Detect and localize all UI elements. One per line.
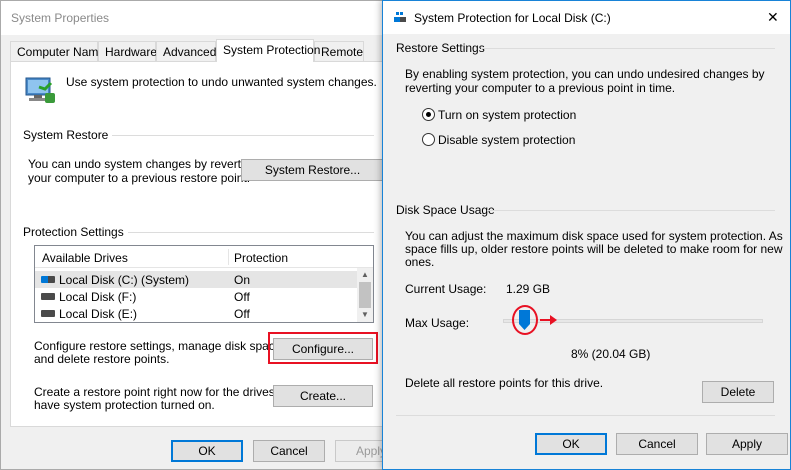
list-item[interactable]: Local Disk (F:) Off [35, 288, 357, 305]
current-usage-value: 1.29 GB [506, 282, 551, 296]
system-properties-window: System Properties Computer Name Hardware… [0, 0, 407, 470]
cancel-button[interactable]: Cancel [616, 433, 698, 455]
system-drive-icon [41, 276, 55, 283]
group-divider [101, 135, 374, 136]
title-bar: System Properties [1, 1, 391, 35]
system-protection-icon [393, 11, 409, 25]
drive-protection: Off [234, 290, 250, 304]
current-usage-label: Current Usage: [405, 282, 487, 296]
disk-space-label: Disk Space Usage [396, 203, 499, 217]
description-line: your computer to a previous restore poin… [28, 171, 251, 185]
tab-computer-name[interactable]: Computer Name [10, 41, 105, 61]
scroll-down-icon[interactable]: ▼ [361, 310, 369, 319]
turn-on-label[interactable]: Turn on system protection [438, 108, 576, 122]
dialog-title: System Protection for Local Disk (C:) [414, 11, 611, 25]
drive-icon [41, 293, 55, 300]
ok-button[interactable]: OK [535, 433, 607, 455]
ok-button[interactable]: OK [171, 440, 243, 462]
protection-settings-label: Protection Settings [23, 225, 128, 239]
create-button[interactable]: Create... [273, 385, 373, 407]
drive-protection: On [234, 273, 251, 287]
arrow-right-icon [550, 315, 557, 325]
scrollbar-thumb[interactable] [359, 282, 371, 308]
drive-name: Local Disk (F:) [59, 290, 137, 304]
description-line: By enabling system protection, you can u… [405, 67, 765, 81]
configure-button[interactable]: Configure... [273, 338, 373, 360]
max-usage-value: 8% (20.04 GB) [571, 347, 651, 361]
column-divider [228, 249, 229, 265]
description-line: ones. [405, 255, 435, 269]
turn-on-radio[interactable] [422, 108, 435, 121]
system-restore-label: System Restore [23, 128, 113, 142]
system-protection-dialog: System Protection for Local Disk (C:) ✕ … [382, 0, 791, 470]
max-usage-label: Max Usage: [405, 316, 470, 330]
group-divider [487, 210, 775, 211]
tab-panel [10, 61, 388, 427]
intro-text: Use system protection to undo unwanted s… [66, 75, 377, 89]
group-divider [119, 232, 374, 233]
description-line: space fills up, older restore points wil… [405, 242, 783, 256]
description-line: and delete restore points. [34, 352, 170, 366]
restore-settings-description: By enabling system protection, you can u… [405, 67, 765, 95]
tab-remote[interactable]: Remote [314, 41, 364, 61]
description-line: You can undo system changes by reverting [28, 157, 258, 171]
tab-hardware[interactable]: Hardware [98, 41, 157, 61]
configure-description: Configure restore settings, manage disk … [34, 340, 285, 366]
system-restore-description: You can undo system changes by reverting… [28, 157, 257, 185]
cancel-button[interactable]: Cancel [253, 440, 325, 462]
list-item[interactable]: Local Disk (C:) (System) On [35, 271, 357, 288]
drive-protection: Off [234, 307, 250, 321]
delete-button[interactable]: Delete [702, 381, 774, 403]
description-line: have system protection turned on. [34, 398, 215, 412]
group-divider [481, 48, 775, 49]
drives-list[interactable]: Available Drives Protection Local Disk (… [34, 245, 374, 323]
disable-radio[interactable] [422, 133, 435, 146]
delete-description: Delete all restore points for this drive… [405, 376, 604, 390]
drive-name: Local Disk (C:) (System) [59, 273, 190, 287]
drive-icon [41, 310, 55, 317]
highlight-circle [512, 305, 538, 335]
computer-shield-icon [23, 75, 57, 107]
tab-advanced[interactable]: Advanced [156, 41, 216, 61]
drive-name: Local Disk (E:) [59, 307, 138, 321]
close-icon[interactable]: ✕ [767, 9, 779, 26]
title-bar: System Protection for Local Disk (C:) ✕ [383, 1, 790, 34]
column-header-drives[interactable]: Available Drives [42, 251, 128, 265]
disable-label[interactable]: Disable system protection [438, 133, 575, 147]
create-description: Create a restore point right now for the… [34, 386, 298, 412]
list-header: Available Drives Protection [35, 246, 373, 268]
description-line: reverting your computer to a previous po… [405, 81, 676, 95]
window-title: System Properties [11, 11, 110, 25]
tab-system-protection[interactable]: System Protection [216, 39, 320, 62]
apply-button[interactable]: Apply [706, 433, 788, 455]
list-item[interactable]: Local Disk (E:) Off [35, 305, 357, 322]
column-header-protection[interactable]: Protection [234, 251, 288, 265]
footer-divider [396, 415, 775, 416]
vertical-scrollbar[interactable]: ▲ ▼ [357, 268, 373, 322]
disk-space-description: You can adjust the maximum disk space us… [405, 230, 783, 269]
restore-settings-label: Restore Settings [396, 41, 489, 55]
system-restore-button[interactable]: System Restore... [241, 159, 384, 181]
scroll-up-icon[interactable]: ▲ [361, 270, 369, 279]
